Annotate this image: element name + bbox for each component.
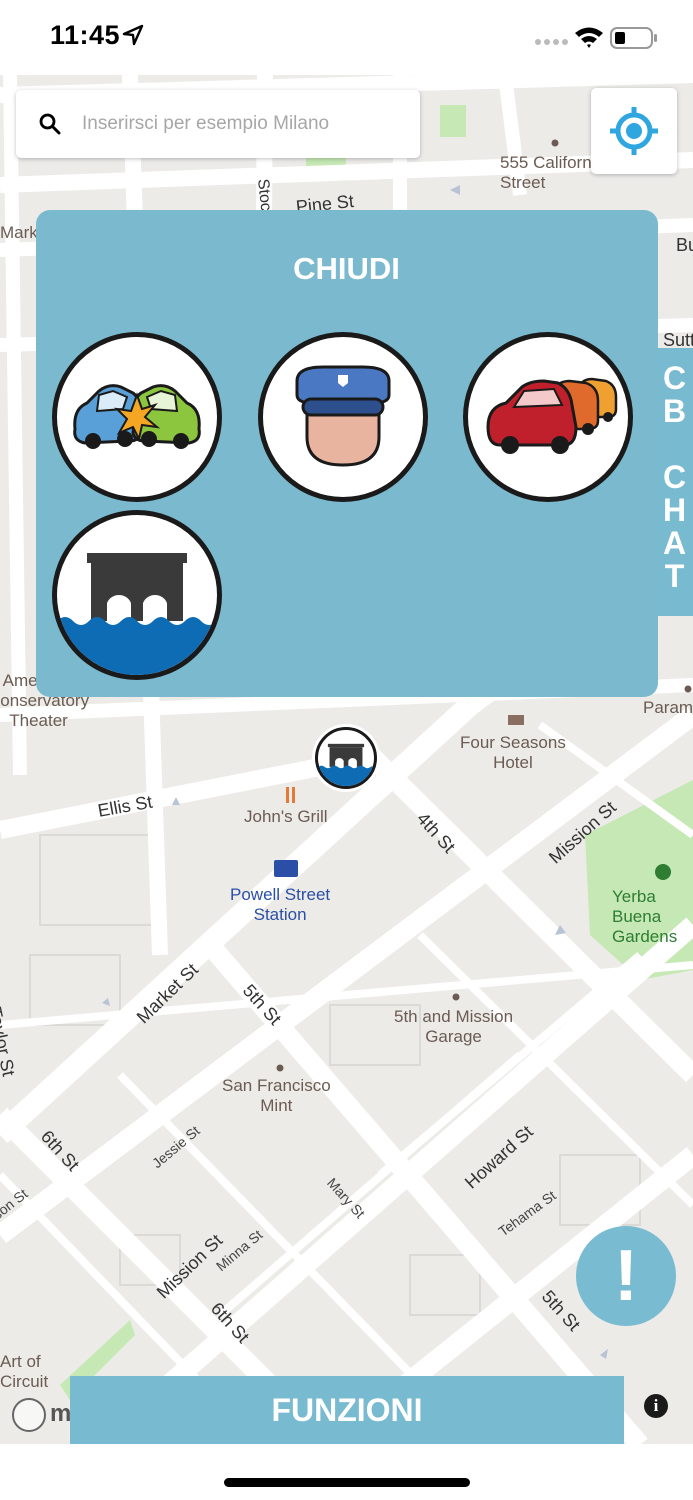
info-icon[interactable]: i [644, 1394, 668, 1418]
car-crash-icon [73, 384, 201, 449]
home-bar-area [0, 1444, 693, 1500]
place-label: Mark [0, 223, 38, 242]
status-bar: 11:45 [0, 0, 693, 75]
police-officer-icon [295, 365, 391, 467]
place-label: 555 California Street [500, 153, 605, 192]
crosshair-icon [610, 107, 658, 155]
wifi-icon [575, 27, 603, 48]
battery-icon [610, 27, 657, 49]
mapbox-wordmark: m [50, 1400, 72, 1427]
home-indicator[interactable] [224, 1478, 470, 1487]
funzioni-button[interactable]: FUNZIONI [70, 1376, 624, 1444]
cb-chat-tab[interactable]: C B C H A T [656, 348, 693, 616]
mapbox-logo-icon [12, 1398, 46, 1432]
close-panel-button[interactable]: CHIUDI [0, 251, 693, 287]
location-arrow-icon [122, 24, 144, 46]
report-alert-button[interactable]: ! [576, 1226, 676, 1326]
category-car-crash[interactable] [52, 332, 222, 502]
place-label: Param [643, 698, 693, 717]
flooded-bridge-icon [57, 553, 217, 675]
category-traffic[interactable] [463, 332, 633, 502]
place-label: San Francisco Mint [222, 1076, 331, 1115]
traffic-jam-icon [486, 377, 618, 454]
category-police[interactable] [258, 332, 428, 502]
map-marker[interactable] [315, 727, 377, 789]
status-time: 11:45 [50, 20, 121, 50]
search-icon [39, 113, 61, 135]
cb-chat-label: C B C H A T [662, 360, 687, 594]
place-label: 5th and Mission Garage [394, 1007, 514, 1046]
place-label: Four Seasons Hotel [460, 733, 566, 772]
place-label: John's Grill [244, 807, 328, 826]
place-label: Powell Street Station [230, 885, 331, 924]
place-label: Art of Circuit [0, 1352, 49, 1391]
flooded-bridge-icon [318, 743, 374, 786]
signal-icon [535, 39, 568, 45]
place-label: Yerba Buena Gardens [612, 887, 678, 946]
category-flooded-bridge[interactable] [52, 510, 222, 680]
locate-me-button[interactable] [591, 88, 677, 174]
search-input[interactable] [82, 104, 402, 144]
